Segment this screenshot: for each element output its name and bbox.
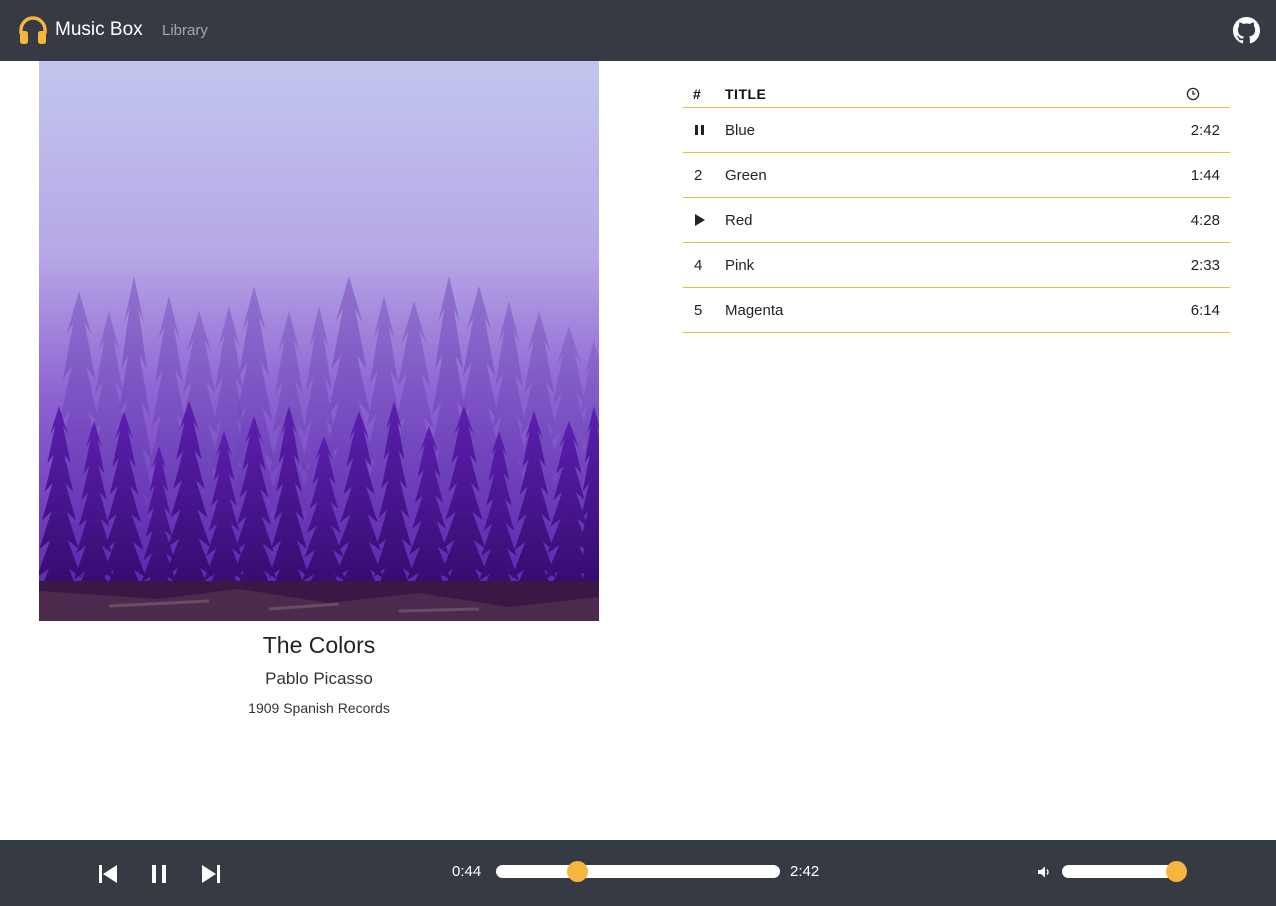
track-number: 5	[694, 302, 703, 319]
play-icon[interactable]	[694, 212, 708, 228]
player-bar: 0:44 2:42	[0, 840, 1276, 906]
previous-track-icon[interactable]	[96, 862, 120, 886]
progress-slider[interactable]	[496, 861, 780, 882]
column-title-header: TITLE	[725, 86, 767, 102]
album-title: The Colors	[262, 632, 376, 658]
track-row[interactable]: 4 Pink 2:33	[683, 243, 1230, 288]
top-bar: Music Box Library	[0, 0, 1276, 61]
track-duration: 2:42	[1190, 122, 1220, 139]
track-title: Magenta	[725, 302, 784, 319]
nav-link-library[interactable]: Library	[162, 22, 208, 39]
track-number: 2	[694, 167, 703, 184]
pause-icon[interactable]	[147, 862, 171, 886]
track-duration: 2:33	[1190, 257, 1220, 274]
volume-handle[interactable]	[1166, 861, 1188, 882]
track-duration: 6:14	[1190, 302, 1220, 319]
track-duration: 4:28	[1190, 212, 1220, 229]
track-list: # TITLE Blue 2:42 2 Green 1:44 Red 4:28 4 Pink 2:…	[683, 82, 1230, 333]
album-artist[interactable]: Pablo Picasso	[39, 669, 599, 689]
volume-slider[interactable]	[1062, 861, 1188, 882]
track-title: Green	[725, 167, 767, 184]
elapsed-time: 0:44	[452, 863, 482, 880]
app-name: Music Box	[55, 19, 143, 40]
track-row[interactable]: 5 Magenta 6:14	[683, 288, 1230, 333]
clock-icon	[1186, 87, 1200, 101]
track-duration: 1:44	[1190, 167, 1220, 184]
pause-icon[interactable]	[694, 122, 708, 138]
volume-icon[interactable]	[1037, 865, 1051, 879]
track-list-header: # TITLE	[683, 82, 1230, 108]
headphones-icon	[19, 16, 47, 44]
album-cover	[39, 61, 599, 621]
track-title: Blue	[725, 122, 756, 139]
track-title: Red	[725, 212, 753, 229]
column-number-header: #	[693, 86, 701, 102]
track-title: Pink	[725, 257, 755, 274]
track-row[interactable]: Blue 2:42	[683, 108, 1230, 153]
track-row[interactable]: 2 Green 1:44	[683, 153, 1230, 198]
track-row[interactable]: Red 4:28	[683, 198, 1230, 243]
github-icon[interactable]	[1233, 17, 1260, 44]
track-number: 4	[694, 257, 703, 274]
total-time: 2:42	[790, 863, 820, 880]
album-label: 1909 Spanish Records	[248, 700, 390, 716]
next-track-icon[interactable]	[199, 862, 223, 886]
brand[interactable]: Music Box	[17, 14, 143, 46]
progress-handle[interactable]	[566, 861, 588, 882]
